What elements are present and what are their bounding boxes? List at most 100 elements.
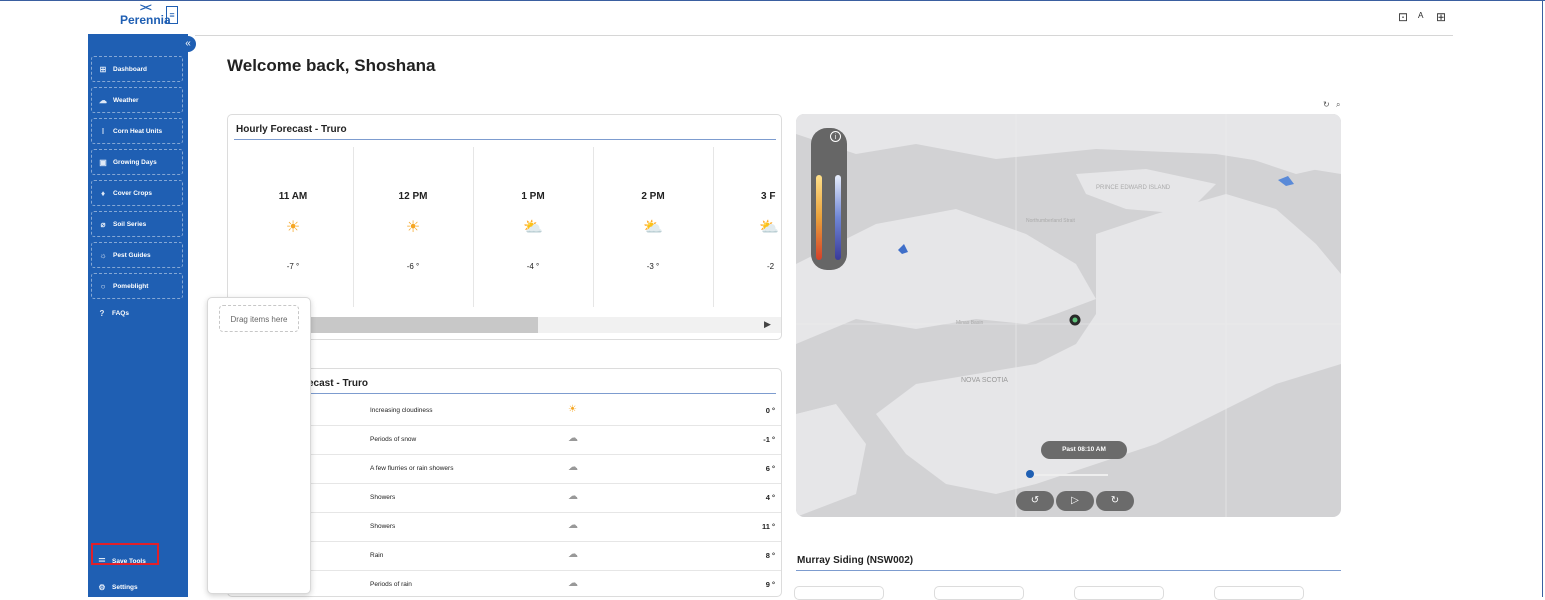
- save-tools-highlight: [91, 543, 159, 565]
- time-slider[interactable]: [1030, 474, 1108, 476]
- play-icon: ▷: [1071, 495, 1079, 506]
- forecast-condition: Periods of snow: [370, 436, 417, 443]
- window-right-border: [1542, 0, 1543, 597]
- brand-name: Perennia: [120, 13, 171, 27]
- map-label-nova-scotia: NOVA SCOTIA: [961, 377, 1008, 384]
- sun-cloud-icon: ⛅: [523, 219, 543, 236]
- sidebar-item-faqs[interactable]: ? FAQs: [91, 302, 183, 324]
- sidebar-item-weather[interactable]: ☁ Weather: [91, 87, 183, 113]
- header-divider: [195, 35, 1453, 36]
- mixed-icon: ☁: [568, 462, 578, 473]
- station-tile[interactable]: [1074, 586, 1164, 600]
- forecast-condition: Periods of rain: [370, 581, 412, 588]
- user-icon[interactable]: ᴬ: [1418, 10, 1423, 24]
- snow-icon: ☁: [568, 433, 578, 444]
- collapse-sidebar-button[interactable]: «: [180, 36, 196, 52]
- forecast-temp: 4 °: [765, 493, 775, 502]
- hour-time: 3 F: [761, 191, 776, 202]
- brand-mark: ><: [139, 2, 152, 14]
- apple-icon: ○: [100, 281, 106, 291]
- help-icon: ?: [99, 308, 105, 318]
- hour-temp: -2: [767, 262, 775, 271]
- map-label-pei: PRINCE EDWARD ISLAND: [1096, 185, 1171, 191]
- forward-button[interactable]: ↻: [1096, 491, 1134, 511]
- hour-temp: -3 °: [646, 262, 660, 271]
- gear-icon: ⚙: [98, 582, 106, 592]
- brand-logo[interactable]: >< Perennia: [120, 2, 171, 28]
- play-button[interactable]: ▷: [1056, 491, 1094, 511]
- bug-icon: ☼: [99, 250, 107, 260]
- drop-zone[interactable]: Drag items here: [219, 305, 299, 332]
- calendar-icon: ▣: [99, 157, 107, 167]
- sun-cloud-icon: ☀: [568, 404, 577, 415]
- forecast-condition: Rain: [370, 552, 384, 559]
- hour-time: 11 AM: [278, 191, 308, 202]
- forecast-condition: Showers: [370, 494, 396, 501]
- sidebar-item-soil-series[interactable]: ⌀ Soil Series: [91, 211, 183, 237]
- radar-legend: [811, 128, 847, 270]
- station-tile[interactable]: [1214, 586, 1304, 600]
- forecast-temp: 0 °: [765, 406, 775, 415]
- rain-icon: ☁: [568, 491, 578, 502]
- hour-column: 1 PM ⛅ -4 °: [473, 147, 594, 307]
- soil-icon: ⌀: [100, 219, 106, 229]
- station-tile[interactable]: [934, 586, 1024, 600]
- sun-icon: ☀: [405, 219, 421, 236]
- search-icon[interactable]: ⌕: [1336, 100, 1340, 109]
- sun-cloud-icon: ⛅: [759, 219, 779, 236]
- sidebar-item-settings[interactable]: ⚙ Settings: [91, 576, 183, 598]
- sidebar-item-pest-guides[interactable]: ☼ Pest Guides: [91, 242, 183, 268]
- hour-column: 11 AM ☀ -7 °: [233, 147, 354, 307]
- forecast-temp: 8 °: [765, 551, 775, 560]
- sidebar-item-pomeblight[interactable]: ○ Pomeblight: [91, 273, 183, 299]
- hour-column: 12 PM ☀ -6 °: [353, 147, 474, 307]
- info-icon[interactable]: i: [830, 131, 841, 142]
- map-toolbar: ↻ ⌕: [1323, 100, 1340, 110]
- hour-time: 12 PM: [398, 191, 428, 202]
- dashboard-icon: ⊞: [99, 64, 107, 74]
- rewind-button[interactable]: ↺: [1016, 491, 1054, 511]
- legend-rain-bar: [816, 175, 822, 260]
- scroll-right-icon[interactable]: ▶: [764, 319, 771, 330]
- card-title-underline: [234, 393, 776, 394]
- hour-column: 3 F ⛅ -2: [713, 147, 781, 307]
- station-title-underline: [796, 570, 1341, 571]
- top-bar: >< Perennia ≡ ⊡ ᴬ ⊞: [0, 0, 1545, 34]
- store-icon[interactable]: ⊡: [1398, 10, 1408, 24]
- station-title: Murray Siding (NSW002): [797, 555, 914, 566]
- sidebar-item-label: FAQs: [112, 309, 129, 317]
- forecast-condition: Showers: [370, 523, 396, 530]
- sidebar-item-label: Soil Series: [113, 220, 147, 228]
- sidebar-item-corn-heat-units[interactable]: ǀ Corn Heat Units: [91, 118, 183, 144]
- sidebar-item-label: Corn Heat Units: [113, 127, 163, 135]
- radar-time-label: Past 08:10 AM: [1041, 441, 1127, 459]
- document-icon: ≡: [166, 6, 178, 24]
- weather-icon: ☁: [99, 95, 107, 105]
- hour-time: 1 PM: [521, 191, 545, 202]
- forecast-temp: 6 °: [765, 464, 775, 473]
- station-tile[interactable]: [794, 586, 884, 600]
- forecast-temp: 11 °: [761, 522, 775, 531]
- forward-icon: ↻: [1110, 495, 1120, 506]
- rain-icon: ☁: [568, 549, 578, 560]
- apps-icon[interactable]: ⊞: [1436, 10, 1446, 24]
- time-slider-handle[interactable]: [1026, 470, 1034, 478]
- sidebar-item-dashboard[interactable]: ⊞ Dashboard: [91, 56, 183, 82]
- legend-snow-bar: [835, 175, 841, 260]
- map-label-strait: Northumberland Strait: [1026, 218, 1076, 224]
- thermometer-icon: ǀ: [101, 126, 105, 136]
- refresh-icon[interactable]: ↻: [1323, 100, 1330, 109]
- sidebar-item-cover-crops[interactable]: ♦ Cover Crops: [91, 180, 183, 206]
- card-title: Hourly Forecast - Truro: [236, 124, 347, 135]
- hour-temp: -7 °: [286, 262, 300, 271]
- map-label-basin: Minas Basin: [956, 320, 983, 326]
- sidebar-item-growing-days[interactable]: ▣ Growing Days: [91, 149, 183, 175]
- hour-column: 2 PM ⛅ -3 °: [593, 147, 714, 307]
- rain-icon: ☁: [568, 520, 578, 531]
- drag-panel[interactable]: [207, 297, 311, 594]
- hour-temp: -4 °: [526, 262, 540, 271]
- forecast-temp: 9 °: [765, 580, 775, 589]
- hour-time: 2 PM: [641, 191, 665, 202]
- page-title: Welcome back, Shoshana: [227, 56, 436, 75]
- sun-cloud-icon: ⛅: [643, 219, 663, 236]
